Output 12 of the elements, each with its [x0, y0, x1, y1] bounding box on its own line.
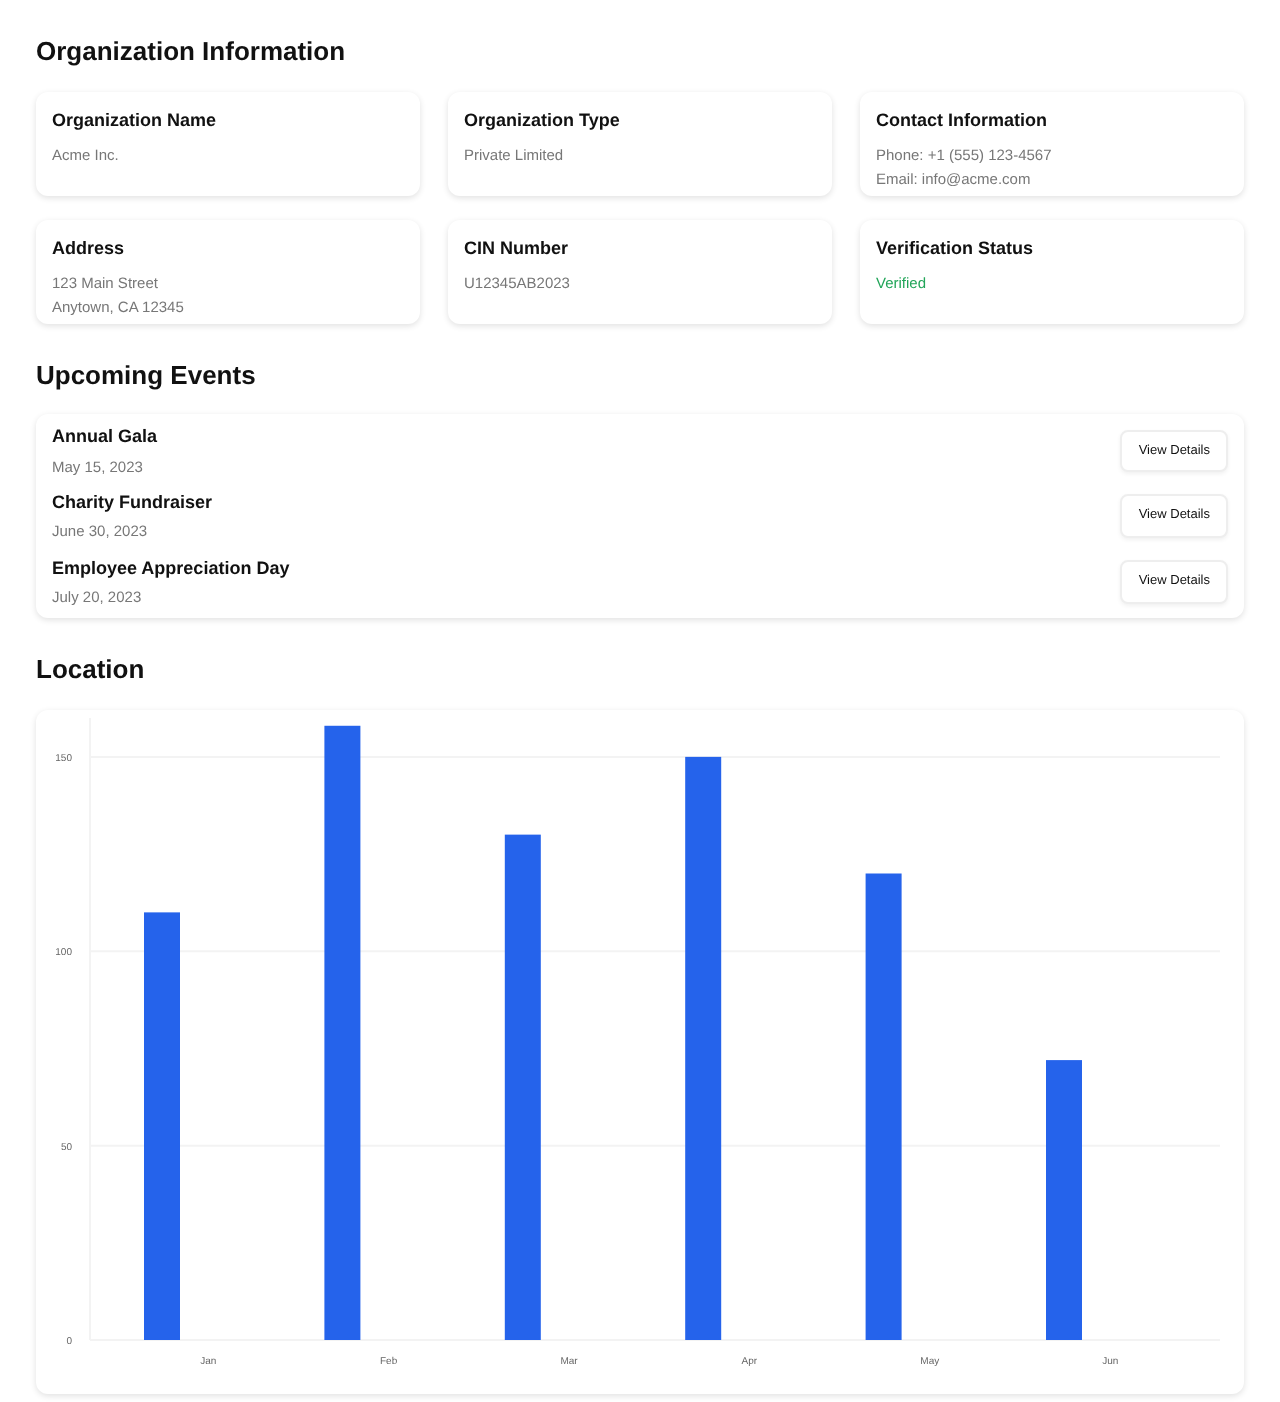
- section-title: Location: [36, 652, 147, 689]
- field-label: CIN Number: [464, 235, 571, 261]
- field-label: Organization Name: [52, 107, 219, 134]
- field-label: Address: [52, 235, 127, 261]
- field-label: Contact Information: [876, 107, 1049, 133]
- section-title: Upcoming Events: [36, 357, 258, 394]
- field-label: Verification Status: [876, 235, 1036, 261]
- field-label: Organization Type: [464, 107, 622, 134]
- section-title: Organization Information: [36, 34, 348, 70]
- event-name: Charity Fundraiser: [52, 489, 213, 516]
- event-name: Annual Gala: [52, 424, 158, 450]
- event-name: Employee Appreciation Day: [52, 555, 290, 582]
